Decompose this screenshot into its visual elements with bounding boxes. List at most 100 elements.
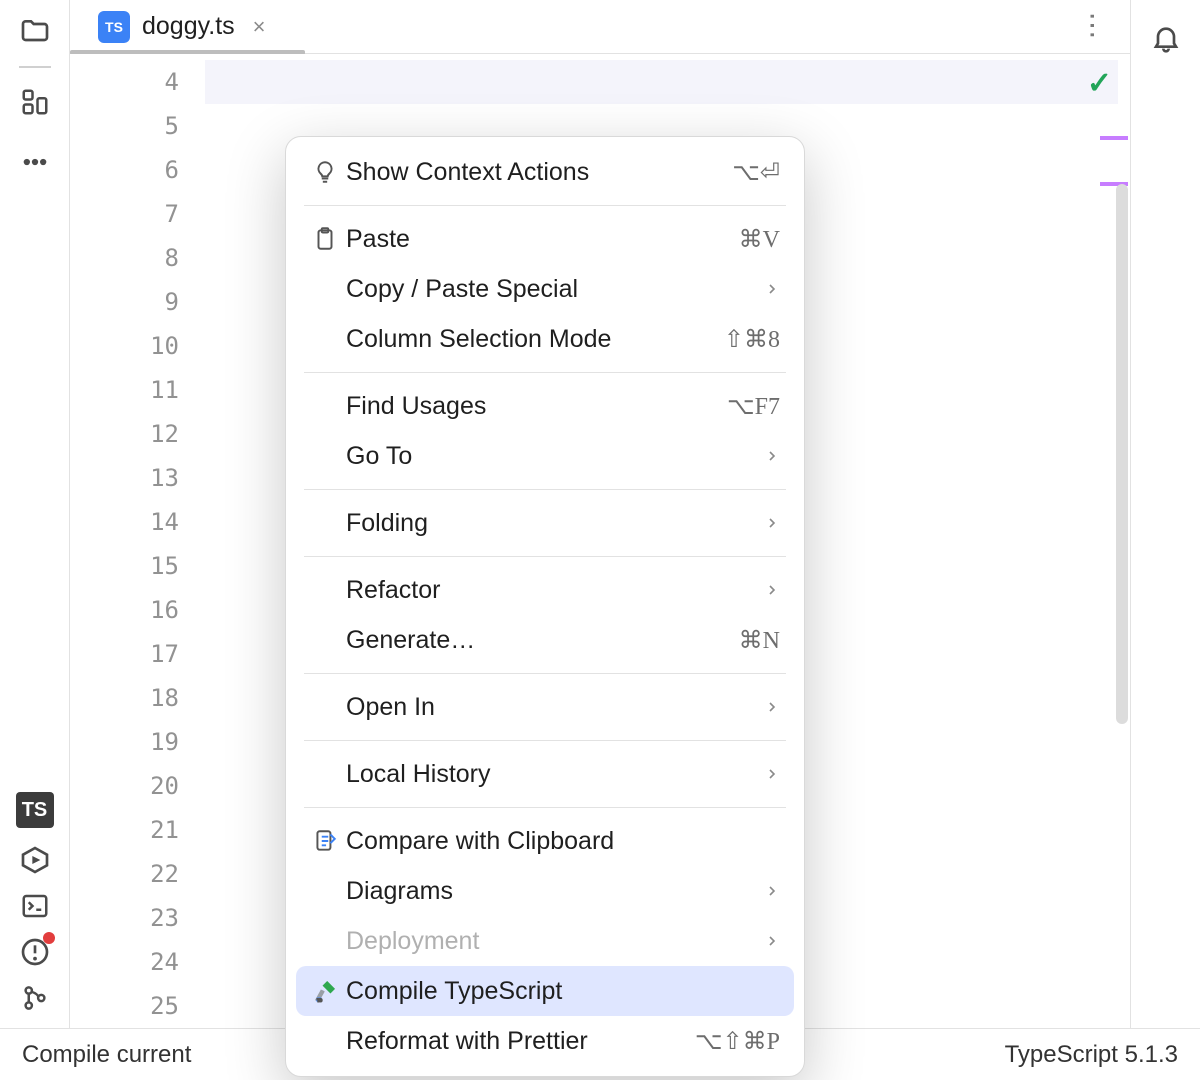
active-line-highlight	[205, 60, 1118, 104]
menu-item-shortcut: ⌥⏎	[732, 158, 780, 187]
line-number: 25	[70, 984, 179, 1028]
line-number: 15	[70, 544, 179, 588]
bulb-icon	[304, 159, 346, 185]
line-number: 24	[70, 940, 179, 984]
line-number: 21	[70, 808, 179, 852]
line-number-gutter: 45678910111213141516171819202122232425	[70, 54, 205, 1028]
line-number: 16	[70, 588, 179, 632]
version-control-icon[interactable]	[15, 978, 55, 1018]
menu-item-label: Local History	[346, 760, 764, 789]
ctx-compile-ts[interactable]: TS Compile TypeScript	[296, 966, 794, 1016]
ctx-paste[interactable]: Paste⌘V	[296, 214, 794, 264]
submenu-chevron-icon	[764, 699, 780, 715]
ctx-generate[interactable]: Generate…⌘N	[296, 615, 794, 665]
ctx-show-context-actions[interactable]: Show Context Actions⌥⏎	[296, 147, 794, 197]
problems-indicator-dot	[43, 932, 55, 944]
menu-item-shortcut: ⌘V	[739, 225, 780, 254]
menu-item-shortcut: ⌥⇧⌘P	[695, 1027, 780, 1056]
toolstrip-separator	[19, 66, 51, 68]
context-menu-separator	[304, 489, 786, 490]
menu-item-label: Diagrams	[346, 877, 764, 906]
statusbar-typescript-version[interactable]: TypeScript 5.1.3	[1005, 1041, 1178, 1069]
more-tools-icon[interactable]	[15, 142, 55, 182]
tab-more-actions[interactable]: ⋯	[1078, 10, 1108, 43]
submenu-chevron-icon	[764, 883, 780, 899]
project-folder-icon[interactable]	[15, 12, 55, 52]
line-number: 17	[70, 632, 179, 676]
line-number: 11	[70, 368, 179, 412]
menu-item-label: Deployment	[346, 927, 764, 956]
line-number: 12	[70, 412, 179, 456]
line-number: 8	[70, 236, 179, 280]
context-menu-separator	[304, 807, 786, 808]
submenu-chevron-icon	[764, 766, 780, 782]
left-toolstrip: TS	[0, 0, 70, 1028]
ctx-diagrams[interactable]: Diagrams	[296, 866, 794, 916]
line-number: 19	[70, 720, 179, 764]
problems-icon[interactable]	[15, 932, 55, 972]
menu-item-shortcut: ⌘N	[739, 626, 780, 655]
ctx-reformat-prettier[interactable]: Reformat with Prettier⌥⇧⌘P	[296, 1016, 794, 1066]
ctx-find-usages[interactable]: Find Usages⌥F7	[296, 381, 794, 431]
menu-item-label: Compile TypeScript	[346, 977, 780, 1006]
ctx-compare-clipboard[interactable]: Compare with Clipboard	[296, 816, 794, 866]
ctx-column-selection[interactable]: Column Selection Mode⇧⌘8	[296, 314, 794, 364]
line-number: 23	[70, 896, 179, 940]
menu-item-label: Column Selection Mode	[346, 325, 724, 354]
analysis-ok-check-icon[interactable]: ✓	[1087, 66, 1112, 101]
menu-item-label: Go To	[346, 442, 764, 471]
ctx-open-in[interactable]: Open In	[296, 682, 794, 732]
menu-item-shortcut: ⌥F7	[727, 392, 780, 421]
clipboard-icon	[304, 226, 346, 252]
line-number: 6	[70, 148, 179, 192]
marker-stripe	[1100, 136, 1128, 140]
menu-item-label: Folding	[346, 509, 764, 538]
submenu-chevron-icon	[764, 448, 780, 464]
services-icon[interactable]	[15, 840, 55, 880]
editor-tabbar: TS doggy.ts × ⋯	[70, 0, 1130, 54]
right-toolstrip	[1130, 0, 1200, 1028]
editor-tab-doggy-ts[interactable]: TS doggy.ts ×	[98, 11, 266, 43]
menu-item-label: Find Usages	[346, 392, 727, 421]
menu-item-label: Paste	[346, 225, 739, 254]
menu-item-label: Copy / Paste Special	[346, 275, 764, 304]
editor-body[interactable]: 45678910111213141516171819202122232425 ✓…	[70, 54, 1130, 1028]
ctx-refactor[interactable]: Refactor	[296, 565, 794, 615]
line-number: 5	[70, 104, 179, 148]
context-menu-separator	[304, 556, 786, 557]
line-number: 20	[70, 764, 179, 808]
menu-item-label: Compare with Clipboard	[346, 827, 780, 856]
line-number: 13	[70, 456, 179, 500]
ctx-local-history[interactable]: Local History	[296, 749, 794, 799]
ctx-go-to[interactable]: Go To	[296, 431, 794, 481]
typescript-file-icon: TS	[98, 11, 130, 43]
context-menu-separator	[304, 673, 786, 674]
menu-item-label: Reformat with Prettier	[346, 1027, 695, 1056]
compare-icon	[304, 828, 346, 854]
structure-icon[interactable]	[15, 82, 55, 122]
terminal-icon[interactable]	[15, 886, 55, 926]
ctx-deployment: Deployment	[296, 916, 794, 966]
context-menu-separator	[304, 205, 786, 206]
menu-item-shortcut: ⇧⌘8	[724, 325, 780, 354]
submenu-chevron-icon	[764, 582, 780, 598]
tab-close-icon[interactable]: ×	[253, 14, 266, 40]
menu-item-label: Generate…	[346, 626, 739, 655]
context-menu-separator	[304, 740, 786, 741]
menu-item-label: Open In	[346, 693, 764, 722]
ctx-copy-paste-special[interactable]: Copy / Paste Special	[296, 264, 794, 314]
svg-text:TS: TS	[317, 998, 322, 1002]
editor-context-menu: Show Context Actions⌥⏎ Paste⌘V Copy / Past…	[285, 136, 805, 1077]
line-number: 22	[70, 852, 179, 896]
kebab-icon: ⋯	[1077, 12, 1110, 42]
editor-scrollbar-thumb[interactable]	[1116, 184, 1128, 724]
menu-item-label: Show Context Actions	[346, 158, 732, 187]
menu-item-label: Refactor	[346, 576, 764, 605]
notifications-bell-icon[interactable]	[1146, 18, 1186, 58]
line-number: 4	[70, 60, 179, 104]
line-number: 9	[70, 280, 179, 324]
ctx-folding[interactable]: Folding	[296, 498, 794, 548]
context-menu-separator	[304, 372, 786, 373]
typescript-toolwindow-icon[interactable]: TS	[16, 792, 54, 828]
line-number: 14	[70, 500, 179, 544]
